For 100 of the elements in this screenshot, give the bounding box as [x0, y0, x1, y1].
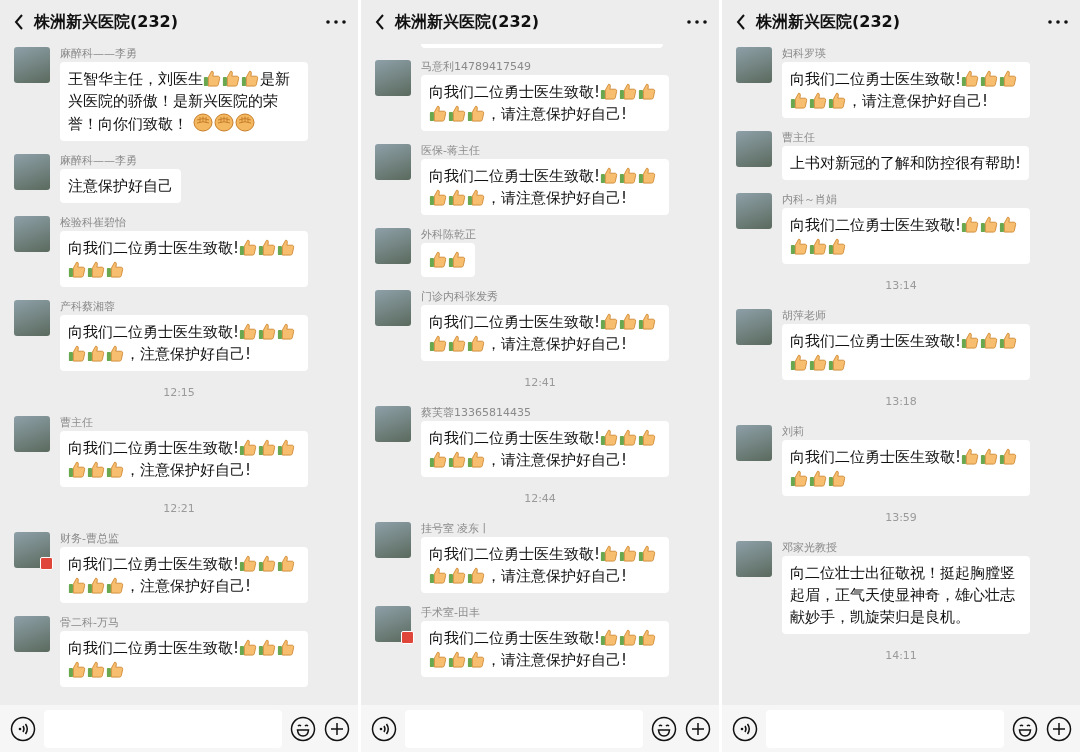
timestamp: 12:41 — [524, 376, 556, 389]
chat-title: 株洲新兴医院(232) — [34, 11, 180, 33]
thumbs-up-icon — [448, 450, 466, 468]
message-text: 兴医院的骄傲！是新兴医院的荣 — [68, 92, 278, 110]
message-text: 是新 — [260, 70, 290, 88]
more-icon[interactable] — [1048, 20, 1068, 24]
add-icon[interactable] — [685, 715, 711, 742]
more-icon[interactable] — [326, 20, 346, 24]
smiley-icon[interactable] — [1012, 715, 1038, 742]
thumbs-up-icon — [68, 260, 86, 278]
thumbs-up-icon — [467, 188, 485, 206]
smiley-icon[interactable] — [651, 715, 677, 742]
avatar-photo[interactable] — [375, 406, 411, 442]
thumbs-up-icon — [448, 104, 466, 122]
voice-icon[interactable] — [371, 715, 397, 742]
back-icon[interactable] — [375, 14, 385, 30]
thumbs-up-icon — [87, 460, 105, 478]
message-text: 注意保护好自己 — [68, 177, 173, 195]
avatar-photo[interactable] — [14, 47, 50, 83]
thumbs-up-icon — [961, 69, 979, 87]
avatar-photo[interactable] — [736, 47, 772, 83]
thumbs-up-icon — [277, 438, 295, 456]
sender-name: 曹主任 — [60, 416, 93, 429]
avatar-photo[interactable] — [14, 532, 50, 568]
thumbs-up-icon — [999, 69, 1017, 87]
thumbs-up-icon — [790, 91, 808, 109]
message-text: 向我们二位勇士医生致敬! — [429, 429, 600, 447]
thumbs-up-icon — [790, 469, 808, 487]
avatar-photo[interactable] — [14, 154, 50, 190]
thumbs-up-icon — [467, 650, 485, 668]
message-text: ，请注意保护好自己! — [847, 92, 988, 110]
avatar-photo[interactable] — [375, 144, 411, 180]
avatar-photo[interactable] — [375, 60, 411, 96]
avatar-photo[interactable] — [736, 131, 772, 167]
thumbs-up-icon — [239, 238, 257, 256]
thumbs-up-icon — [448, 334, 466, 352]
more-icon[interactable] — [687, 20, 707, 24]
sender-name: 检验科崔碧怡 — [60, 216, 126, 229]
message-text: ，注意保护好自己! — [125, 461, 251, 479]
avatar-photo[interactable] — [375, 522, 411, 558]
thumbs-up-icon — [429, 250, 447, 268]
message-text: ，请注意保护好自己! — [486, 189, 627, 207]
thumbs-up-icon — [961, 447, 979, 465]
voice-icon[interactable] — [10, 715, 36, 742]
thumbs-up-icon — [239, 554, 257, 572]
thumbs-up-icon — [809, 353, 827, 371]
thumbs-up-icon — [619, 544, 637, 562]
sender-name: 门诊内科张发秀 — [421, 290, 498, 303]
sender-name: 马意利14789417549 — [421, 60, 531, 73]
message-text: 向我们二位勇士医生致敬! — [790, 332, 961, 350]
thumbs-up-icon — [600, 544, 618, 562]
thumbs-up-icon — [106, 660, 124, 678]
avatar-photo[interactable] — [14, 300, 50, 336]
thumbs-up-icon — [87, 660, 105, 678]
thumbs-up-icon — [790, 353, 808, 371]
thumbs-up-icon — [258, 554, 276, 572]
thumbs-up-icon — [106, 576, 124, 594]
avatar-photo[interactable] — [14, 216, 50, 252]
avatar-photo[interactable] — [736, 541, 772, 577]
message-text: 向我们二位勇士医生致敬! — [68, 439, 239, 457]
message-text: 向我们二位勇士医生致敬! — [429, 83, 600, 101]
message-text: 向我们二位勇士医生致敬! — [68, 555, 239, 573]
avatar-photo[interactable] — [736, 309, 772, 345]
add-icon[interactable] — [1046, 715, 1072, 742]
smiley-icon[interactable] — [290, 715, 316, 742]
avatar-photo[interactable] — [736, 425, 772, 461]
sender-name: 手术室-田丰 — [421, 606, 480, 619]
message-text: 向二位壮士出征敬祝！挺起胸膛竖起眉，正气天使显神奇，雄心壮志献妙手，凯旋荣归是良机。 — [790, 564, 1015, 626]
back-icon[interactable] — [736, 14, 746, 30]
sender-name: 曹主任 — [782, 131, 815, 144]
thumbs-up-icon — [68, 460, 86, 478]
avatar-photo[interactable] — [375, 606, 411, 642]
thumbs-up-icon — [619, 82, 637, 100]
message-text: 向我们二位勇士医生致敬! — [429, 313, 600, 331]
voice-icon[interactable] — [732, 715, 758, 742]
thumbs-up-icon — [429, 650, 447, 668]
thumbs-up-icon — [638, 312, 656, 330]
thumbs-up-icon — [999, 447, 1017, 465]
avatar-photo[interactable] — [14, 616, 50, 652]
thumbs-up-icon — [809, 91, 827, 109]
avatar-photo[interactable] — [375, 228, 411, 264]
thumbs-up-icon — [277, 638, 295, 656]
thumbs-up-icon — [429, 104, 447, 122]
add-icon[interactable] — [324, 715, 350, 742]
thumbs-up-icon — [619, 166, 637, 184]
thumbs-up-icon — [429, 334, 447, 352]
thumbs-up-icon — [619, 628, 637, 646]
thumbs-up-icon — [638, 428, 656, 446]
thumbs-up-icon — [600, 428, 618, 446]
message-text: ，请注意保护好自己! — [486, 105, 627, 123]
avatar-photo[interactable] — [375, 290, 411, 326]
sender-name: 外科陈乾正 — [421, 228, 476, 241]
sender-name: 产科蔡湘蓉 — [60, 300, 115, 313]
avatar-photo[interactable] — [736, 193, 772, 229]
message-text: ，注意保护好自己! — [125, 345, 251, 363]
thumbs-up-icon — [448, 650, 466, 668]
thumbs-up-icon — [619, 312, 637, 330]
thumbs-up-icon — [961, 331, 979, 349]
avatar-photo[interactable] — [14, 416, 50, 452]
back-icon[interactable] — [14, 14, 24, 30]
